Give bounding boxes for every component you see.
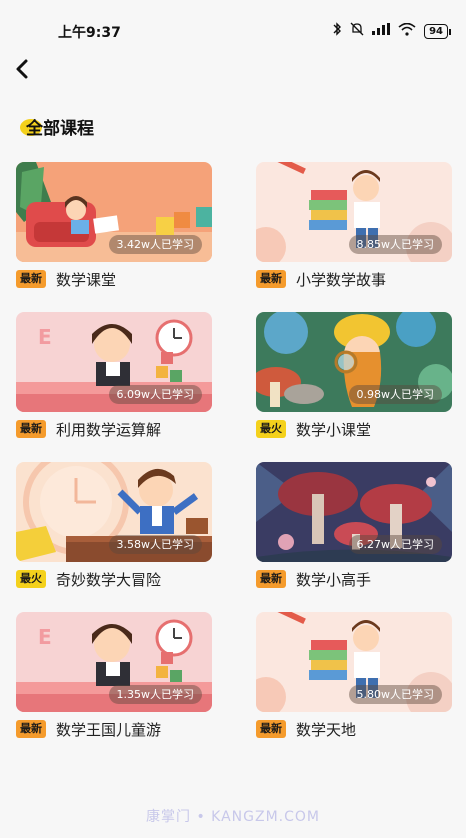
learner-count: 3.58w人已学习 xyxy=(108,535,202,554)
course-title: 数学小课堂 xyxy=(296,420,372,439)
course-meta: 最新 数学课堂 xyxy=(16,268,116,290)
course-thumbnail: 6.27w人已学习 xyxy=(256,462,452,562)
course-meta: 最火 奇妙数学大冒险 xyxy=(16,568,161,590)
course-meta: 最新 数学天地 xyxy=(256,718,356,740)
course-card[interactable]: 6.27w人已学习 最新 数学小高手 xyxy=(256,462,452,592)
learner-count: 5.80w人已学习 xyxy=(348,685,442,704)
course-meta: 最新 利用数学运算解 xyxy=(16,418,161,440)
course-title: 小学数学故事 xyxy=(296,270,387,289)
course-meta: 最火 数学小课堂 xyxy=(256,418,371,440)
course-thumbnail: 3.58w人已学习 xyxy=(16,462,212,562)
course-badge: 最新 xyxy=(256,270,286,288)
status-bar: 上午9:37 94 xyxy=(0,0,466,62)
signal-icon xyxy=(372,23,391,39)
course-badge: 最火 xyxy=(256,420,286,438)
course-thumbnail: 3.42w人已学习 xyxy=(16,162,212,262)
course-title: 奇妙数学大冒险 xyxy=(56,570,162,589)
course-badge: 最新 xyxy=(16,720,46,738)
course-badge: 最新 xyxy=(16,270,46,288)
course-thumbnail: 8.85w人已学习 xyxy=(256,162,452,262)
course-badge: 最火 xyxy=(16,570,46,588)
course-title: 数学课堂 xyxy=(56,270,117,289)
course-title: 利用数学运算解 xyxy=(56,420,162,439)
status-time: 上午9:37 xyxy=(58,25,121,41)
course-meta: 最新 小学数学故事 xyxy=(256,268,386,290)
course-card[interactable]: 3.58w人已学习 最火 奇妙数学大冒险 xyxy=(16,462,212,592)
course-title: 数学王国儿童游 xyxy=(56,720,162,739)
back-button[interactable] xyxy=(8,55,36,83)
course-title: 数学天地 xyxy=(296,720,357,739)
chevron-left-icon xyxy=(16,59,28,79)
learner-count: 1.35w人已学习 xyxy=(108,685,202,704)
battery-icon: 94 xyxy=(424,23,451,39)
learner-count: 8.85w人已学习 xyxy=(348,235,442,254)
course-title: 数学小高手 xyxy=(296,570,372,589)
course-card[interactable]: E 1.35w人已学习 最新 数学王国儿童游 xyxy=(16,612,212,742)
course-thumbnail: E 1.35w人已学习 xyxy=(16,612,212,712)
wifi-icon xyxy=(398,22,416,40)
mute-icon xyxy=(350,22,364,40)
course-card[interactable]: 3.42w人已学习 最新 数学课堂 xyxy=(16,162,212,292)
course-card[interactable]: 0.98w人已学习 最火 数学小课堂 xyxy=(256,312,452,442)
section-title: 全部课程 xyxy=(26,119,94,139)
svg-text:E: E xyxy=(38,625,52,649)
course-thumbnail: 0.98w人已学习 xyxy=(256,312,452,412)
section-title-wrap: 全部课程 xyxy=(18,116,94,142)
learner-count: 6.09w人已学习 xyxy=(108,385,202,404)
course-card[interactable]: 5.80w人已学习 最新 数学天地 xyxy=(256,612,452,742)
course-badge: 最新 xyxy=(16,420,46,438)
bluetooth-icon xyxy=(332,22,342,40)
course-card[interactable]: 8.85w人已学习 最新 小学数学故事 xyxy=(256,162,452,292)
learner-count: 3.42w人已学习 xyxy=(108,235,202,254)
course-badge: 最新 xyxy=(256,720,286,738)
course-card[interactable]: E 6.09w人已学习 最新 利用数学运算解 xyxy=(16,312,212,442)
course-meta: 最新 数学小高手 xyxy=(256,568,371,590)
status-icons: 94 xyxy=(332,22,451,40)
course-meta: 最新 数学王国儿童游 xyxy=(16,718,161,740)
svg-text:E: E xyxy=(38,325,52,349)
learner-count: 0.98w人已学习 xyxy=(348,385,442,404)
course-thumbnail: 5.80w人已学习 xyxy=(256,612,452,712)
course-badge: 最新 xyxy=(256,570,286,588)
course-thumbnail: E 6.09w人已学习 xyxy=(16,312,212,412)
learner-count: 6.27w人已学习 xyxy=(348,535,442,554)
watermark: 康掌门 • KANGZM.COM xyxy=(146,809,320,825)
